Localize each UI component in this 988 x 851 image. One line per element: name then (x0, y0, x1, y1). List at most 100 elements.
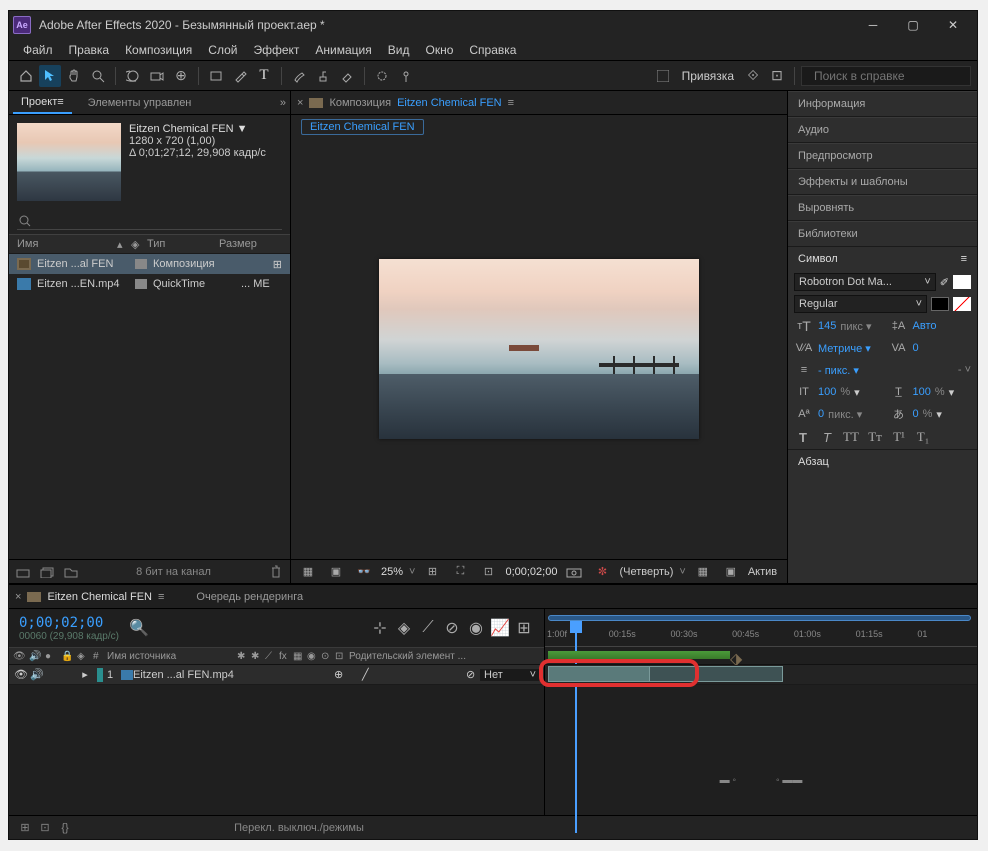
hscale-value[interactable]: 100 (913, 386, 931, 398)
panel-info[interactable]: Информация (788, 91, 977, 117)
eyedropper-icon[interactable]: ✐ (940, 276, 949, 289)
smallcaps-icon[interactable]: Tᴛ (866, 429, 884, 445)
eye-toggle-icon[interactable]: 👁 (13, 668, 29, 681)
panel-effects[interactable]: Эффекты и шаблоны (788, 169, 977, 195)
type-tool-icon[interactable]: T (253, 65, 275, 87)
3d-icon[interactable]: ▣ (720, 563, 742, 581)
font-style-dropdown[interactable]: Regular˅ (794, 295, 927, 313)
panel-libraries[interactable]: Библиотеки (788, 221, 977, 247)
channel-icon[interactable]: ⊡ (477, 563, 499, 581)
project-row-comp[interactable]: Eitzen ...al FEN Композиция ⊞ (9, 254, 290, 274)
shy-icon[interactable]: ⟋ (418, 619, 438, 637)
snap-option2-icon[interactable]: ⊡ (766, 65, 788, 87)
mask-icon[interactable]: 👓 (353, 563, 375, 581)
layer-clip-trimmed[interactable] (548, 666, 650, 682)
brain-icon[interactable]: ⊞ (514, 619, 534, 637)
menu-file[interactable]: Файл (15, 43, 61, 57)
puppet-pin-tool-icon[interactable] (395, 65, 417, 87)
tsume-value[interactable]: 0 (913, 408, 919, 420)
rectangle-tool-icon[interactable] (205, 65, 227, 87)
timeline-layer-row[interactable]: 👁 🔊 ▸ 1 Eitzen ...al FEN.mp4 ⊕ ╱ ⊘ Нет˅ (9, 665, 544, 685)
menu-layer[interactable]: Слой (200, 43, 245, 57)
project-row-footage[interactable]: Eitzen ...EN.mp4 QuickTime ... ME (9, 274, 290, 294)
tracking-value[interactable]: 0 (913, 342, 919, 354)
comp-breadcrumb[interactable]: Eitzen Chemical FEN (301, 119, 424, 135)
audio-column-icon[interactable]: 🔊 (29, 651, 45, 662)
panel-paragraph[interactable]: Абзац (788, 449, 977, 473)
subscript-icon[interactable]: T₁ (914, 429, 932, 445)
resolution-icon[interactable]: ⊞ (421, 563, 443, 581)
timeline-tab-renderqueue[interactable]: Очередь рендеринга (196, 591, 303, 603)
menu-window[interactable]: Окно (417, 43, 461, 57)
playhead[interactable] (570, 621, 582, 633)
frame-blend-icon[interactable]: ⊘ (442, 619, 462, 637)
hand-tool-icon[interactable] (63, 65, 85, 87)
comp-mini-flowchart-icon[interactable]: ⊹ (370, 619, 390, 637)
selection-tool-icon[interactable] (39, 65, 61, 87)
zoom-slider[interactable]: ◦ ▬▬ (776, 775, 802, 786)
close-button[interactable]: ✕ (933, 14, 973, 36)
no-color-swatch[interactable] (953, 297, 971, 311)
tab-effect-controls[interactable]: Элементы управлен (80, 92, 200, 114)
menu-edit[interactable]: Правка (61, 43, 118, 57)
maximize-button[interactable]: ▢ (893, 14, 933, 36)
pan-behind-tool-icon[interactable]: ⊕ (170, 65, 192, 87)
trash-icon[interactable] (266, 563, 286, 581)
leading-value[interactable]: Авто (913, 320, 937, 332)
help-search-input[interactable] (801, 66, 971, 86)
allcaps-icon[interactable]: TT (842, 429, 860, 445)
menu-animation[interactable]: Анимация (307, 43, 379, 57)
pen-tool-icon[interactable] (229, 65, 251, 87)
zoom-out-icon[interactable]: ▬ ◦ (720, 775, 736, 786)
roi-icon[interactable]: ⛶ (449, 563, 471, 581)
fill-color-swatch[interactable] (953, 275, 971, 289)
zoom-value[interactable]: 25% (381, 566, 403, 578)
solo-column-icon[interactable]: ● (45, 651, 61, 662)
parent-dropdown[interactable]: Нет˅ (480, 669, 540, 681)
audio-toggle-icon[interactable]: 🔊 (29, 668, 45, 681)
current-time[interactable]: 0;00;02;00 (505, 566, 557, 578)
panel-character[interactable]: Символ≡ (788, 247, 977, 271)
kerning-value[interactable]: Метриче ▾ (818, 342, 871, 355)
camera-tool-icon[interactable] (146, 65, 168, 87)
superscript-icon[interactable]: T¹ (890, 429, 908, 445)
baseline-value[interactable]: 0 (818, 408, 824, 420)
grid-icon[interactable]: ▦ (297, 563, 319, 581)
asset-thumbnail[interactable] (17, 123, 121, 201)
timeline-current-time[interactable]: 0;00;02;00 (19, 615, 119, 631)
panel-preview[interactable]: Предпросмотр (788, 143, 977, 169)
vscale-value[interactable]: 100 (818, 386, 836, 398)
interpret-footage-icon[interactable] (13, 563, 33, 581)
layer-color-swatch[interactable] (97, 668, 103, 682)
stroke-width-value[interactable]: - пикс. ▾ (818, 364, 859, 377)
menu-help[interactable]: Справка (461, 43, 524, 57)
timeline-tab-comp[interactable]: Eitzen Chemical FEN (47, 591, 152, 603)
lock-column-icon[interactable]: 🔒 (61, 651, 77, 662)
snap-checkbox[interactable] (652, 65, 674, 87)
flowchart-icon[interactable]: ⊞ (273, 258, 282, 271)
font-size-value[interactable]: 145 (818, 320, 836, 332)
composition-viewer[interactable] (291, 139, 787, 559)
new-folder-icon[interactable] (61, 563, 81, 581)
comp-tab[interactable]: Eitzen Chemical FEN (397, 97, 502, 109)
camera-dropdown[interactable]: Актив (748, 566, 777, 578)
snapshot-icon[interactable] (563, 563, 585, 581)
snap-option-icon[interactable]: ⟐ (742, 65, 764, 87)
bpc-label[interactable]: 8 бит на канал (85, 566, 262, 578)
stroke-color-swatch[interactable] (931, 297, 949, 311)
menu-composition[interactable]: Композиция (117, 43, 200, 57)
motion-blur-icon[interactable]: ◉ (466, 619, 486, 637)
faux-bold-icon[interactable]: T (794, 429, 812, 445)
panel-menu-icon[interactable]: » (280, 97, 286, 109)
font-family-dropdown[interactable]: Robotron Dot Ma...˅ (794, 273, 936, 291)
minimize-button[interactable]: ─ (853, 14, 893, 36)
region-icon[interactable]: ▦ (692, 563, 714, 581)
zoom-tool-icon[interactable] (87, 65, 109, 87)
toggle-inout-icon[interactable]: {} (55, 819, 75, 837)
color-mgmt-icon[interactable]: ✼ (591, 563, 613, 581)
draft-3d-icon[interactable]: ◈ (394, 619, 414, 637)
orbit-tool-icon[interactable] (122, 65, 144, 87)
time-navigator[interactable] (548, 615, 971, 621)
eye-column-icon[interactable]: 👁 (13, 651, 29, 662)
menu-effect[interactable]: Эффект (245, 43, 307, 57)
